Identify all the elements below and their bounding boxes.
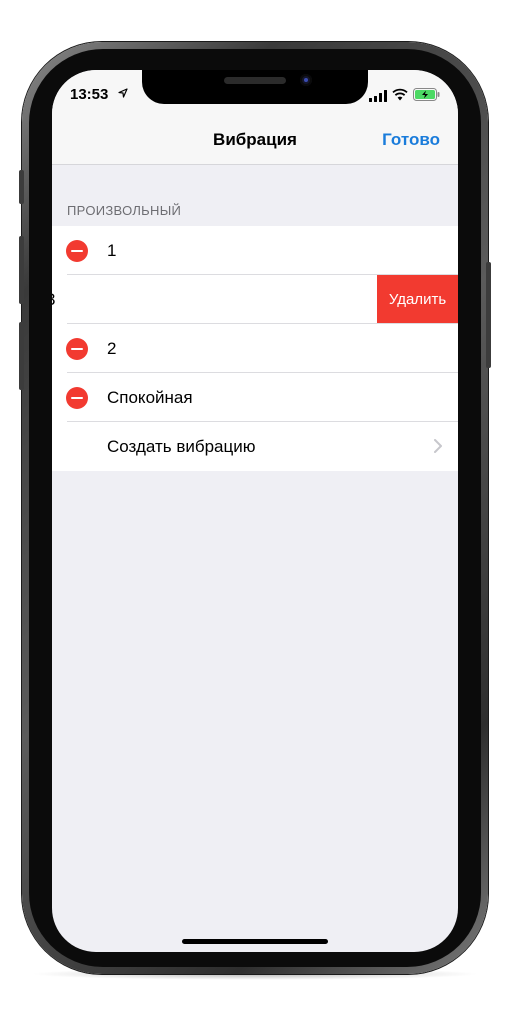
list-item-swiped[interactable]: 3 Удалить [52,275,458,324]
delete-minus-icon[interactable] [66,338,88,360]
delete-minus-icon[interactable] [66,240,88,262]
list-item[interactable]: Спокойная [52,373,458,422]
chevron-right-icon [434,439,442,453]
status-time: 13:53 [70,86,109,103]
list-item-label: 3 [52,290,55,310]
list-item[interactable]: 2 [52,324,458,373]
earpiece-speaker [224,77,286,84]
home-indicator[interactable] [182,939,328,944]
list-item-label: 2 [107,339,117,358]
create-vibration-row[interactable]: Создать вибрацию [52,422,458,471]
volume-up-button [19,236,24,304]
side-button [486,262,491,368]
screen: 13:53 Вибрация Готово ПРОИЗВОЛЬНЫЙ 1 Уда… [52,70,458,952]
list-item[interactable]: 1 [52,226,458,275]
list-item-label: 1 [107,241,117,260]
wifi-icon [392,88,408,101]
location-arrow-icon [118,88,128,98]
list-item-label: Спокойная [107,388,193,407]
mute-switch [19,170,24,204]
delete-button[interactable]: Удалить [377,275,458,324]
front-camera [300,74,312,86]
done-button[interactable]: Готово [382,130,440,150]
create-vibration-label: Создать вибрацию [107,437,256,456]
section-header: ПРОИЗВОЛЬНЫЙ [67,203,182,218]
navigation-bar: Вибрация Готово [52,114,458,165]
delete-minus-icon[interactable] [66,387,88,409]
vibration-list: 1 3 Удалить 2 Спокойная Создать вибрацию [52,226,458,471]
notch [142,70,368,104]
cellular-signal-icon [369,90,387,102]
volume-down-button [19,322,24,390]
battery-charging-icon [413,88,440,101]
